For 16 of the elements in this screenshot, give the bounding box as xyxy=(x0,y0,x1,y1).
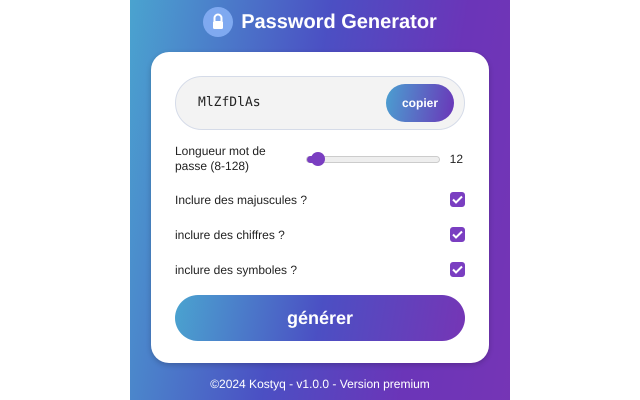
lock-icon xyxy=(203,7,234,37)
length-value: 12 xyxy=(450,151,463,168)
option-label: Inclure des majuscules ? xyxy=(175,192,308,208)
password-field[interactable]: MlZfDlAs copier xyxy=(175,76,465,130)
generate-button[interactable]: générer xyxy=(175,295,465,341)
password-text: MlZfDlAs xyxy=(198,94,261,112)
copy-button[interactable]: copier xyxy=(386,84,454,122)
option-label: inclure des symboles ? xyxy=(175,262,298,278)
option-label: inclure des chiffres ? xyxy=(175,226,285,244)
checkbox[interactable] xyxy=(450,192,465,207)
checkbox[interactable] xyxy=(450,262,465,277)
checkbox[interactable] xyxy=(450,227,465,242)
footer-text: ©2024 Kostyq - v1.0.0 - Version premium xyxy=(210,376,430,393)
slider-thumb[interactable] xyxy=(310,152,325,166)
length-label: Longueur mot de passe (8-128) xyxy=(175,144,267,174)
app-title: Password Generator xyxy=(241,10,437,35)
